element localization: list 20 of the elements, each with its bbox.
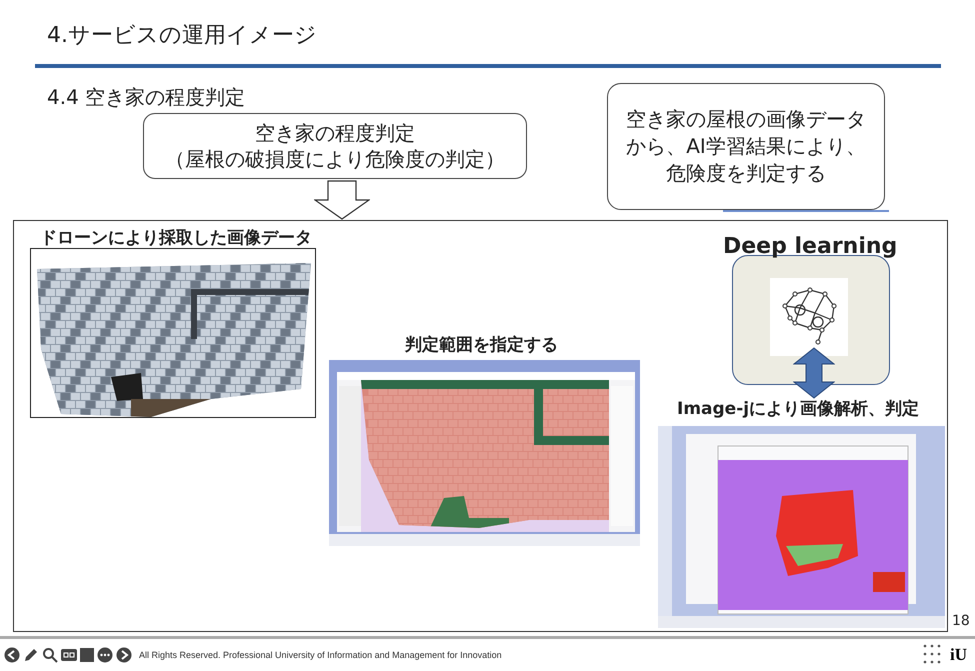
forward-icon[interactable] [116,647,132,663]
copyright-text: All Rights Reserved. Professional University of Information and Management for Innovation [139,650,502,660]
image-caption: ドローンにより採取した画像データ [40,227,312,249]
deep-learning-title: Deep learning [723,234,898,259]
slide-title: 4.サービスの運用イメージ [47,22,317,50]
down-arrow-icon [314,180,370,220]
image-caption: Image-jにより画像解析、判定 [677,398,920,420]
brain-network-icon [770,278,848,356]
back-icon[interactable] [4,647,20,663]
double-arrow-icon [793,347,835,399]
page-number: 18 [952,613,970,629]
image-caption: 判定範囲を指定する [405,334,558,356]
summary-box: 空き家の程度判定 （屋根の破損度により危険度の判定） [143,113,527,179]
logo-text: iU [950,645,967,665]
explanation-box: 空き家の屋根の画像データから、AI学習結果により、危険度を判定する [607,83,885,210]
captions-icon[interactable] [61,649,77,661]
pen-icon[interactable] [23,647,39,663]
more-icon[interactable] [97,647,113,663]
section-heading: 4.4 空き家の程度判定 [47,84,246,111]
search-icon[interactable] [42,647,58,663]
